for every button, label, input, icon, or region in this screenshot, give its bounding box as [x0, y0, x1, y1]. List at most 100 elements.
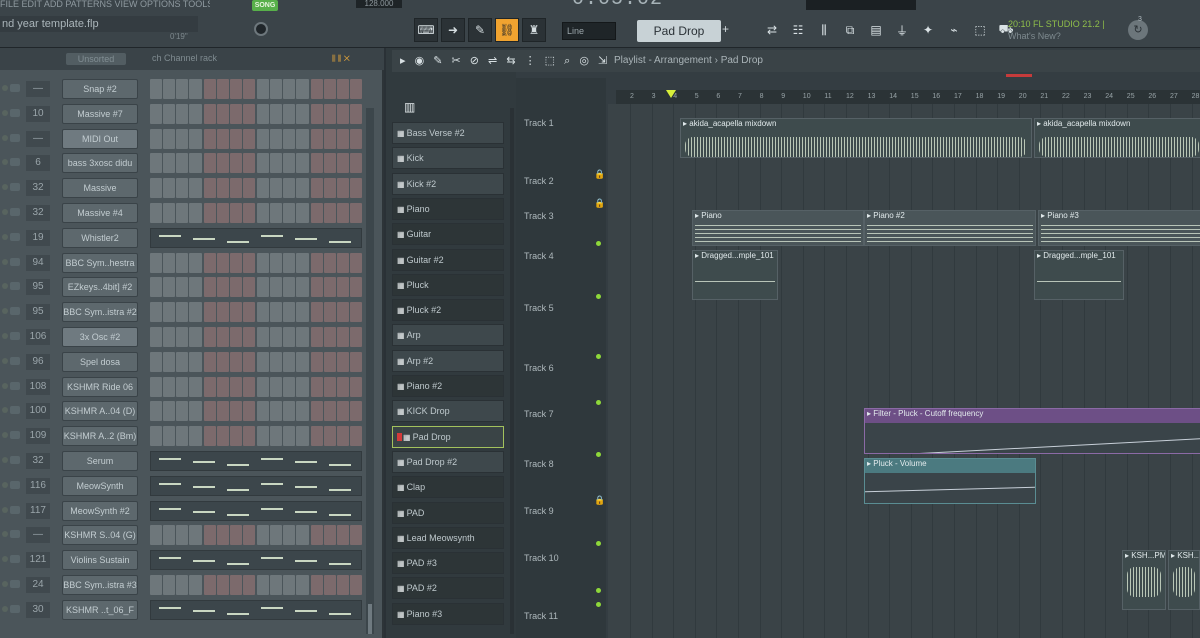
step-button[interactable] — [323, 351, 336, 372]
pattern-item[interactable]: ▦ Pluck #2 — [392, 299, 504, 322]
piano-roll-icon[interactable]: ⧉ — [838, 18, 862, 42]
step-button[interactable] — [203, 128, 216, 149]
step-button[interactable] — [257, 525, 270, 546]
step-button[interactable] — [150, 79, 163, 99]
step-button[interactable] — [242, 525, 255, 546]
step-button[interactable] — [203, 426, 216, 447]
whats-new-link[interactable]: What's New? — [1008, 30, 1108, 42]
step-button[interactable] — [349, 376, 362, 397]
step-button[interactable] — [216, 128, 229, 149]
playlist-clip[interactable]: ▸ Dragged...mple_101 — [692, 250, 778, 300]
step-button[interactable] — [176, 103, 189, 124]
step-button[interactable] — [150, 327, 163, 347]
step-button[interactable] — [216, 376, 229, 397]
mixer-track-number[interactable]: — — [26, 527, 50, 544]
step-button[interactable] — [176, 203, 189, 223]
mute-button[interactable] — [10, 381, 20, 390]
step-button[interactable] — [257, 203, 270, 223]
step-button[interactable] — [229, 252, 242, 273]
step-button[interactable] — [176, 252, 189, 273]
step-button[interactable] — [349, 153, 362, 174]
step-button[interactable] — [242, 178, 255, 199]
step-button[interactable] — [150, 401, 163, 422]
pattern-item[interactable]: ▦ Piano #3 — [392, 602, 504, 625]
step-button[interactable] — [270, 401, 283, 422]
step-button[interactable] — [336, 575, 349, 595]
track-name[interactable]: Track 5 — [524, 303, 554, 313]
pattern-item[interactable]: ▦ Kick — [392, 147, 504, 170]
step-button[interactable] — [310, 252, 323, 273]
channel-led[interactable] — [2, 109, 8, 116]
playlist-clip[interactable]: ▸ Piano #2 — [864, 210, 1036, 246]
step-button[interactable] — [283, 277, 296, 298]
channel-name-button[interactable]: Massive — [62, 178, 138, 199]
step-button[interactable] — [229, 277, 242, 298]
mixer-track-number[interactable]: 95 — [26, 304, 50, 321]
step-button[interactable] — [203, 302, 216, 323]
step-button[interactable] — [296, 575, 309, 595]
step-button[interactable] — [216, 327, 229, 347]
swing-control[interactable]: ⫼ ⫼ ✕ — [332, 54, 372, 64]
step-button[interactable] — [310, 376, 323, 397]
channel-name-button[interactable]: KSHMR A..04 (D) — [62, 401, 138, 422]
step-button[interactable] — [296, 327, 309, 347]
mute-button[interactable] — [10, 555, 20, 564]
step-button[interactable] — [310, 79, 323, 99]
step-button[interactable] — [189, 128, 202, 149]
channel-name-button[interactable]: Spel dosa — [62, 351, 138, 372]
step-button[interactable] — [349, 178, 362, 199]
add-pattern-button[interactable]: + — [722, 22, 732, 40]
step-button[interactable] — [229, 351, 242, 372]
step-button[interactable] — [283, 426, 296, 447]
mini-piano-roll[interactable] — [150, 550, 362, 571]
step-button[interactable] — [296, 252, 309, 273]
track-name[interactable]: Track 8 — [524, 459, 554, 469]
step-button[interactable] — [323, 103, 336, 124]
step-button[interactable] — [242, 327, 255, 347]
step-button[interactable] — [163, 178, 176, 199]
step-button[interactable] — [310, 327, 323, 347]
channel-name-button[interactable]: EZkeys..4bit] #2 — [62, 277, 138, 298]
step-button[interactable] — [216, 153, 229, 174]
step-button[interactable] — [242, 153, 255, 174]
step-button[interactable] — [203, 327, 216, 347]
mute-button[interactable] — [10, 232, 20, 241]
step-button[interactable] — [270, 103, 283, 124]
step-button[interactable] — [336, 376, 349, 397]
step-button[interactable] — [229, 401, 242, 422]
step-button[interactable] — [150, 103, 163, 124]
step-button[interactable] — [229, 302, 242, 323]
step-button[interactable] — [270, 178, 283, 199]
step-button[interactable] — [270, 426, 283, 447]
step-button[interactable] — [336, 525, 349, 546]
step-button[interactable] — [283, 153, 296, 174]
step-button[interactable] — [296, 376, 309, 397]
track-name[interactable]: Track 9 — [524, 506, 554, 516]
channel-led[interactable] — [2, 581, 8, 587]
step-button[interactable] — [257, 376, 270, 397]
step-button[interactable] — [242, 401, 255, 422]
step-button[interactable] — [323, 327, 336, 347]
mixer-track-number[interactable]: 116 — [26, 477, 50, 494]
step-button[interactable] — [150, 203, 163, 223]
arrow-left-right-icon[interactable]: ⇄ — [760, 18, 784, 42]
step-button[interactable] — [336, 252, 349, 273]
step-button[interactable] — [189, 302, 202, 323]
step-button[interactable] — [310, 401, 323, 422]
mute-button[interactable] — [10, 208, 20, 216]
step-button[interactable] — [150, 277, 163, 298]
step-button[interactable] — [216, 426, 229, 447]
step-button[interactable] — [270, 79, 283, 99]
step-button[interactable] — [349, 252, 362, 273]
step-button[interactable] — [310, 525, 323, 546]
channel-group-filter[interactable]: Unsorted — [66, 53, 126, 65]
mute-button[interactable] — [10, 480, 20, 489]
step-button[interactable] — [163, 327, 176, 347]
step-button[interactable] — [216, 79, 229, 99]
step-button[interactable] — [189, 401, 202, 422]
mini-piano-roll[interactable] — [150, 451, 362, 471]
step-button[interactable] — [349, 525, 362, 546]
step-button[interactable] — [270, 376, 283, 397]
step-button[interactable] — [216, 178, 229, 199]
step-button[interactable] — [163, 203, 176, 223]
